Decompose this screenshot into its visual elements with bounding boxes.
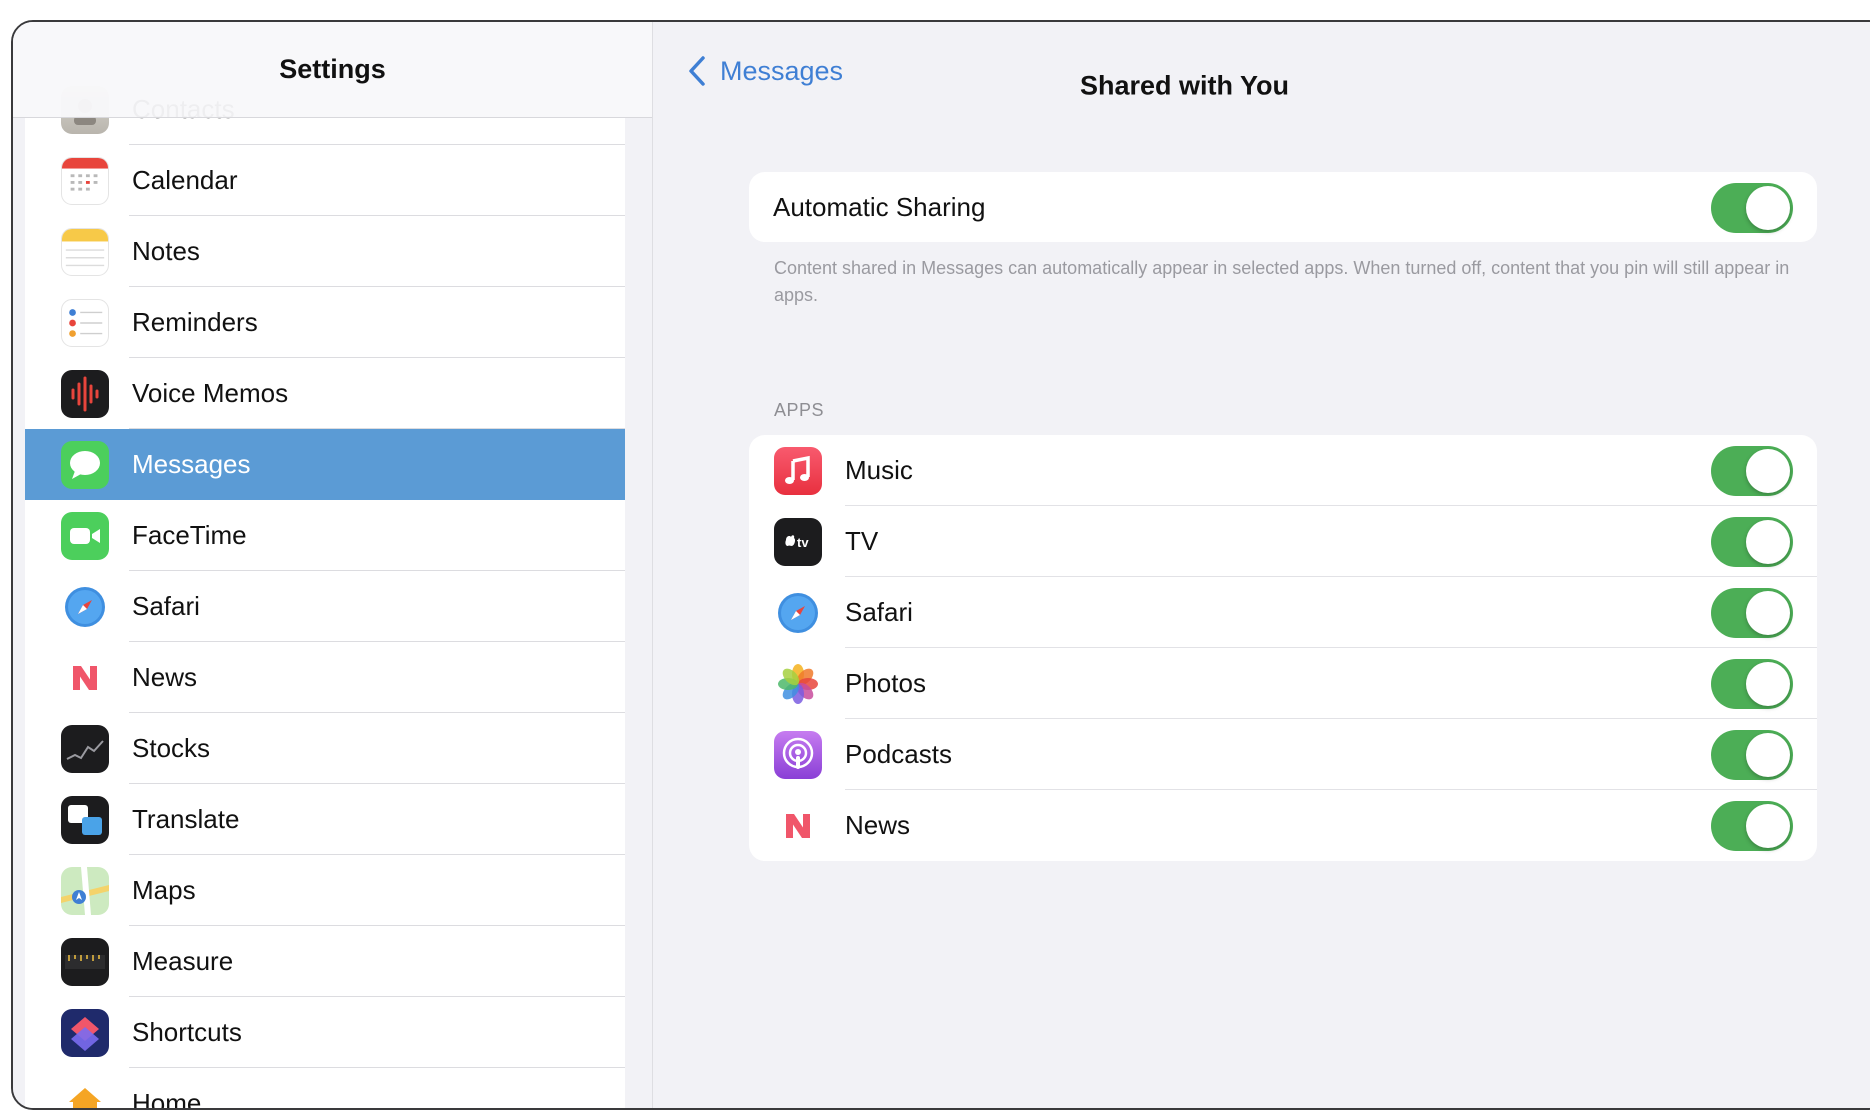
sidebar-item-label: Stocks: [132, 733, 211, 763]
detail-pane: Messages Shared with You Automatic Shari…: [654, 22, 1870, 1108]
automatic-sharing-label: Automatic Sharing: [773, 192, 986, 222]
safari-toggle[interactable]: [1711, 587, 1793, 638]
toggle-knob: [1746, 661, 1790, 706]
sidebar-item-safari[interactable]: Safari: [25, 571, 625, 642]
sidebar-item-label: Reminders: [132, 307, 258, 337]
safari-icon: [61, 583, 109, 631]
chevron-left-icon: [689, 56, 705, 86]
app-label: Photos: [845, 668, 926, 698]
sidebar-item-notes[interactable]: Notes: [25, 216, 625, 287]
automatic-sharing-footnote: Content shared in Messages can automatic…: [774, 258, 1790, 305]
app-row-photos: Photos: [749, 648, 1817, 719]
app-label: TV: [845, 526, 879, 556]
calendar-icon: [61, 156, 109, 205]
reminders-icon: [61, 298, 109, 347]
sidebar-item-label: News: [132, 662, 198, 692]
sidebar-item-facetime[interactable]: FaceTime: [25, 500, 625, 571]
apps-card: Music tv TV Safari Photos Podcasts News: [749, 435, 1817, 861]
sidebar-item-messages[interactable]: Messages: [25, 429, 625, 500]
toggle-knob: [1746, 185, 1790, 230]
apps-section-header: APPS: [774, 400, 825, 420]
music-toggle[interactable]: [1711, 445, 1793, 496]
notes-icon: [61, 227, 109, 276]
news-icon: [774, 801, 822, 850]
messages-icon: [61, 440, 109, 489]
facetime-icon: [61, 511, 109, 560]
app-label: Music: [845, 455, 913, 485]
toggle-knob: [1746, 803, 1790, 848]
podcasts-icon: [774, 730, 822, 779]
toggle-knob: [1746, 448, 1790, 493]
app-row-safari: Safari: [749, 577, 1817, 648]
toggle-knob: [1746, 732, 1790, 777]
sidebar-header: Settings: [13, 22, 652, 118]
page-title: Shared with You: [1080, 70, 1290, 101]
app-label: News: [845, 810, 911, 840]
shortcuts-icon: [61, 1008, 109, 1057]
automatic-sharing-row: Automatic Sharing: [749, 172, 1817, 242]
home-icon: [61, 1079, 109, 1108]
sidebar-item-calendar[interactable]: Calendar: [25, 145, 625, 216]
safari-icon: [774, 589, 822, 637]
sidebar-item-translate[interactable]: Translate: [25, 784, 625, 855]
maps-icon: [61, 866, 109, 915]
automatic-sharing-card: Automatic Sharing: [749, 172, 1817, 242]
sidebar-item-label: Measure: [132, 946, 234, 976]
photos-toggle[interactable]: [1711, 658, 1793, 709]
sidebar-list: Contacts Calendar Notes: [25, 74, 625, 1110]
voice-memos-icon: [61, 369, 109, 418]
back-button[interactable]: Messages: [686, 54, 843, 88]
sidebar-item-label: Maps: [132, 875, 196, 905]
stocks-icon: [61, 724, 109, 773]
news-icon: [61, 653, 109, 702]
photos-icon: [774, 660, 822, 708]
sidebar-item-voice-memos[interactable]: Voice Memos: [25, 358, 625, 429]
tv-toggle[interactable]: [1711, 516, 1793, 567]
toggle-knob: [1746, 519, 1790, 564]
sidebar-item-label: Calendar: [132, 165, 238, 195]
sidebar-item-label: Home: [132, 1088, 202, 1110]
svg-text:tv: tv: [797, 535, 809, 550]
back-button-label: Messages: [720, 55, 844, 86]
app-row-tv: tv TV: [749, 506, 1817, 577]
translate-icon: [61, 795, 109, 844]
sidebar-item-label: FaceTime: [132, 520, 247, 550]
ipad-screen: Settings Contacts Calendar: [11, 20, 1870, 1110]
sidebar-item-label: Shortcuts: [132, 1017, 242, 1047]
sidebar-item-news[interactable]: News: [25, 642, 625, 713]
sidebar-item-label: Safari: [132, 591, 200, 621]
app-row-news: News: [749, 790, 1817, 861]
app-label: Safari: [845, 597, 913, 627]
tv-icon: tv: [774, 517, 822, 566]
sidebar-item-label: Voice Memos: [132, 378, 289, 408]
news-toggle[interactable]: [1711, 800, 1793, 851]
sidebar-item-label: Translate: [132, 804, 240, 834]
sidebar-item-label: Notes: [132, 236, 200, 266]
measure-icon: [61, 937, 109, 986]
sidebar-item-maps[interactable]: Maps: [25, 855, 625, 926]
music-icon: [774, 446, 822, 495]
settings-sidebar: Settings Contacts Calendar: [13, 22, 653, 1108]
toggle-knob: [1746, 590, 1790, 635]
automatic-sharing-toggle[interactable]: [1711, 182, 1793, 233]
sidebar-item-reminders[interactable]: Reminders: [25, 287, 625, 358]
sidebar-item-stocks[interactable]: Stocks: [25, 713, 625, 784]
app-row-music: Music: [749, 435, 1817, 506]
sidebar-item-label: Messages: [132, 449, 251, 479]
sidebar-item-home[interactable]: Home: [25, 1068, 625, 1110]
podcasts-toggle[interactable]: [1711, 729, 1793, 780]
app-row-podcasts: Podcasts: [749, 719, 1817, 790]
app-label: Podcasts: [845, 739, 952, 769]
sidebar-item-shortcuts[interactable]: Shortcuts: [25, 997, 625, 1068]
sidebar-item-measure[interactable]: Measure: [25, 926, 625, 997]
sidebar-title: Settings: [279, 54, 386, 84]
